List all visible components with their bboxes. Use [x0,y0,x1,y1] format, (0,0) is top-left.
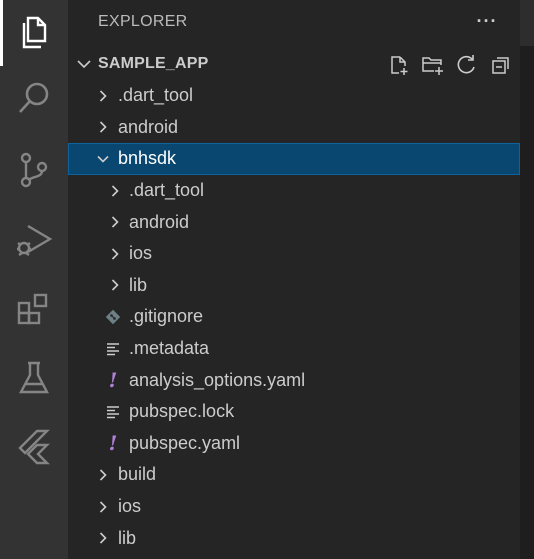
text-file-icon [105,340,121,358]
workspace-title: SAMPLE_APP [98,55,209,72]
explorer-sidebar: EXPLORER ··· SAMPLE_APP .dart_tool andro… [68,0,520,559]
tree-folder-row[interactable]: .dart_tool [68,175,520,207]
tree-item-label: android [129,211,190,232]
more-actions-button[interactable]: ··· [472,10,502,32]
new-file-icon[interactable] [384,52,414,78]
tree-item-label: lib [129,274,148,295]
tree-item-label: android [118,116,179,137]
file-tree: .dart_tool android bnhsdk .dart_tool android… [68,80,520,554]
workspace-section-header[interactable]: SAMPLE_APP [68,48,520,80]
tree-file-row[interactable]: .gitignore [68,301,520,333]
new-folder-icon[interactable] [418,52,448,78]
yaml-icon: ! [108,368,118,393]
tree-file-row[interactable]: pubspec.lock [68,396,520,428]
tree-item-label: .gitignore [129,306,204,327]
text-file-icon [105,403,121,421]
editor-edge [520,0,534,559]
tree-folder-row[interactable]: .dart_tool [68,80,520,112]
tree-folder-row[interactable]: android [68,112,520,144]
editor-tab-bar [520,0,534,46]
tree-folder-row[interactable]: build [68,459,520,491]
section-actions [384,52,516,78]
chevron-right-icon[interactable] [96,500,110,514]
collapse-all-icon[interactable] [486,52,516,78]
chevron-down-icon [76,56,92,72]
git-icon [105,308,121,326]
tree-item-label: lib [118,527,137,548]
tree-item-label: .metadata [129,338,210,359]
testing-icon[interactable] [14,358,54,398]
yaml-icon: ! [108,431,118,456]
chevron-right-icon[interactable] [108,215,122,229]
tree-item-label: pubspec.yaml [129,432,241,453]
tree-item-label: analysis_options.yaml [129,369,306,390]
search-icon[interactable] [14,78,54,118]
tree-file-row[interactable]: .metadata [68,333,520,365]
tree-folder-row[interactable]: bnhsdk [68,143,520,175]
tree-item-label: pubspec.lock [129,401,235,422]
tree-item-label: .dart_tool [129,180,205,201]
active-indicator [0,0,3,66]
tree-item-label: build [118,464,157,485]
tree-folder-row[interactable]: ios [68,238,520,270]
chevron-right-icon[interactable] [108,278,122,292]
tree-item-label: ios [118,496,142,517]
tree-folder-row[interactable]: ios [68,491,520,523]
chevron-right-icon[interactable] [108,247,122,261]
tree-item-label: .dart_tool [118,85,194,106]
flutter-icon[interactable] [14,426,54,466]
tree-folder-row[interactable]: lib [68,270,520,302]
source-control-icon[interactable] [14,150,54,190]
extensions-icon[interactable] [14,290,54,330]
tree-item-label: ios [129,243,153,264]
explorer-icon[interactable] [14,12,54,52]
chevron-right-icon[interactable] [96,120,110,134]
refresh-icon[interactable] [452,52,482,78]
tree-file-row[interactable]: ! pubspec.yaml [68,428,520,460]
chevron-right-icon[interactable] [96,89,110,103]
tree-folder-row[interactable]: lib [68,522,520,554]
tree-folder-row[interactable]: android [68,206,520,238]
explorer-header: EXPLORER [98,13,188,30]
chevron-right-icon[interactable] [96,531,110,545]
run-debug-icon[interactable] [14,220,54,260]
more-actions-glyph: ··· [476,10,498,31]
chevron-right-icon[interactable] [108,184,122,198]
tree-file-row[interactable]: ! analysis_options.yaml [68,364,520,396]
tree-item-label: bnhsdk [118,148,177,169]
activity-bar [0,0,68,559]
chevron-right-icon[interactable] [96,468,110,482]
chevron-down-icon[interactable] [96,152,110,166]
